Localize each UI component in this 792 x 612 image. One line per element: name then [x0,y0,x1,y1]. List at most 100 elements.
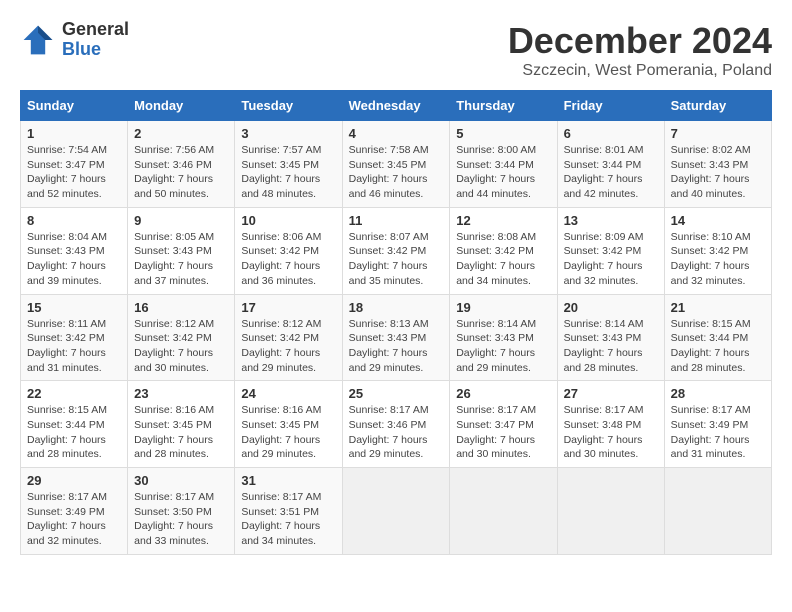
calendar-cell: 30 Sunrise: 8:17 AMSunset: 3:50 PMDaylig… [128,468,235,555]
calendar-cell: 21 Sunrise: 8:15 AMSunset: 3:44 PMDaylig… [664,294,771,381]
day-number: 3 [241,126,335,141]
day-info: Sunrise: 8:10 AMSunset: 3:42 PMDaylight:… [671,230,765,289]
calendar-table: Sunday Monday Tuesday Wednesday Thursday… [20,90,772,555]
day-number: 16 [134,300,228,315]
day-info: Sunrise: 8:16 AMSunset: 3:45 PMDaylight:… [241,403,335,462]
day-number: 27 [564,386,658,401]
day-number: 21 [671,300,765,315]
day-info: Sunrise: 7:58 AMSunset: 3:45 PMDaylight:… [349,143,444,202]
day-number: 31 [241,473,335,488]
calendar-cell [557,468,664,555]
day-number: 30 [134,473,228,488]
weekday-header-row: Sunday Monday Tuesday Wednesday Thursday… [21,91,772,121]
logo: General Blue [20,20,129,60]
day-info: Sunrise: 8:07 AMSunset: 3:42 PMDaylight:… [349,230,444,289]
calendar-cell: 15 Sunrise: 8:11 AMSunset: 3:42 PMDaylig… [21,294,128,381]
calendar-cell: 11 Sunrise: 8:07 AMSunset: 3:42 PMDaylig… [342,207,450,294]
calendar-cell: 25 Sunrise: 8:17 AMSunset: 3:46 PMDaylig… [342,381,450,468]
day-info: Sunrise: 8:15 AMSunset: 3:44 PMDaylight:… [27,403,121,462]
day-info: Sunrise: 8:06 AMSunset: 3:42 PMDaylight:… [241,230,335,289]
day-info: Sunrise: 8:11 AMSunset: 3:42 PMDaylight:… [27,317,121,376]
day-info: Sunrise: 8:05 AMSunset: 3:43 PMDaylight:… [134,230,228,289]
day-info: Sunrise: 7:57 AMSunset: 3:45 PMDaylight:… [241,143,335,202]
day-info: Sunrise: 8:13 AMSunset: 3:43 PMDaylight:… [349,317,444,376]
day-info: Sunrise: 7:54 AMSunset: 3:47 PMDaylight:… [27,143,121,202]
day-number: 5 [456,126,550,141]
day-number: 25 [349,386,444,401]
day-number: 14 [671,213,765,228]
day-number: 4 [349,126,444,141]
day-info: Sunrise: 8:17 AMSunset: 3:49 PMDaylight:… [671,403,765,462]
calendar-cell: 12 Sunrise: 8:08 AMSunset: 3:42 PMDaylig… [450,207,557,294]
calendar-cell: 24 Sunrise: 8:16 AMSunset: 3:45 PMDaylig… [235,381,342,468]
day-info: Sunrise: 8:16 AMSunset: 3:45 PMDaylight:… [134,403,228,462]
calendar-cell: 8 Sunrise: 8:04 AMSunset: 3:43 PMDayligh… [21,207,128,294]
calendar-cell: 19 Sunrise: 8:14 AMSunset: 3:43 PMDaylig… [450,294,557,381]
month-title: December 2024 [508,20,772,62]
day-number: 12 [456,213,550,228]
day-info: Sunrise: 8:12 AMSunset: 3:42 PMDaylight:… [241,317,335,376]
calendar-cell: 22 Sunrise: 8:15 AMSunset: 3:44 PMDaylig… [21,381,128,468]
calendar-cell: 14 Sunrise: 8:10 AMSunset: 3:42 PMDaylig… [664,207,771,294]
header-monday: Monday [128,91,235,121]
day-info: Sunrise: 8:14 AMSunset: 3:43 PMDaylight:… [564,317,658,376]
calendar-cell: 6 Sunrise: 8:01 AMSunset: 3:44 PMDayligh… [557,121,664,208]
header-saturday: Saturday [664,91,771,121]
logo-icon [20,22,56,58]
day-info: Sunrise: 8:04 AMSunset: 3:43 PMDaylight:… [27,230,121,289]
day-number: 11 [349,213,444,228]
day-info: Sunrise: 8:14 AMSunset: 3:43 PMDaylight:… [456,317,550,376]
day-number: 7 [671,126,765,141]
day-number: 24 [241,386,335,401]
calendar-week-1: 1 Sunrise: 7:54 AMSunset: 3:47 PMDayligh… [21,121,772,208]
day-number: 29 [27,473,121,488]
day-info: Sunrise: 8:17 AMSunset: 3:48 PMDaylight:… [564,403,658,462]
header-wednesday: Wednesday [342,91,450,121]
calendar-cell: 18 Sunrise: 8:13 AMSunset: 3:43 PMDaylig… [342,294,450,381]
day-number: 22 [27,386,121,401]
header-sunday: Sunday [21,91,128,121]
calendar-cell: 17 Sunrise: 8:12 AMSunset: 3:42 PMDaylig… [235,294,342,381]
day-info: Sunrise: 8:08 AMSunset: 3:42 PMDaylight:… [456,230,550,289]
calendar-cell [450,468,557,555]
title-area: December 2024 Szczecin, West Pomerania, … [508,20,772,80]
header-friday: Friday [557,91,664,121]
calendar-cell: 26 Sunrise: 8:17 AMSunset: 3:47 PMDaylig… [450,381,557,468]
day-number: 1 [27,126,121,141]
day-info: Sunrise: 8:12 AMSunset: 3:42 PMDaylight:… [134,317,228,376]
day-info: Sunrise: 8:15 AMSunset: 3:44 PMDaylight:… [671,317,765,376]
header: General Blue December 2024 Szczecin, Wes… [20,20,772,80]
day-number: 23 [134,386,228,401]
day-info: Sunrise: 8:02 AMSunset: 3:43 PMDaylight:… [671,143,765,202]
day-number: 28 [671,386,765,401]
calendar-cell: 28 Sunrise: 8:17 AMSunset: 3:49 PMDaylig… [664,381,771,468]
day-number: 18 [349,300,444,315]
day-number: 17 [241,300,335,315]
calendar-cell: 29 Sunrise: 8:17 AMSunset: 3:49 PMDaylig… [21,468,128,555]
calendar-cell: 3 Sunrise: 7:57 AMSunset: 3:45 PMDayligh… [235,121,342,208]
calendar-cell: 10 Sunrise: 8:06 AMSunset: 3:42 PMDaylig… [235,207,342,294]
header-tuesday: Tuesday [235,91,342,121]
day-number: 15 [27,300,121,315]
day-info: Sunrise: 8:17 AMSunset: 3:49 PMDaylight:… [27,490,121,549]
day-number: 10 [241,213,335,228]
logo-general-text: General [62,20,129,40]
calendar-cell: 16 Sunrise: 8:12 AMSunset: 3:42 PMDaylig… [128,294,235,381]
logo-text: General Blue [62,20,129,60]
day-number: 19 [456,300,550,315]
logo-blue-text: Blue [62,40,129,60]
day-info: Sunrise: 8:17 AMSunset: 3:51 PMDaylight:… [241,490,335,549]
header-thursday: Thursday [450,91,557,121]
calendar-cell: 23 Sunrise: 8:16 AMSunset: 3:45 PMDaylig… [128,381,235,468]
day-info: Sunrise: 8:17 AMSunset: 3:50 PMDaylight:… [134,490,228,549]
day-info: Sunrise: 8:09 AMSunset: 3:42 PMDaylight:… [564,230,658,289]
calendar-cell [664,468,771,555]
day-info: Sunrise: 8:00 AMSunset: 3:44 PMDaylight:… [456,143,550,202]
location-title: Szczecin, West Pomerania, Poland [508,62,772,80]
calendar-cell: 1 Sunrise: 7:54 AMSunset: 3:47 PMDayligh… [21,121,128,208]
calendar-cell: 9 Sunrise: 8:05 AMSunset: 3:43 PMDayligh… [128,207,235,294]
calendar-cell: 2 Sunrise: 7:56 AMSunset: 3:46 PMDayligh… [128,121,235,208]
calendar-cell: 20 Sunrise: 8:14 AMSunset: 3:43 PMDaylig… [557,294,664,381]
day-number: 8 [27,213,121,228]
day-number: 9 [134,213,228,228]
